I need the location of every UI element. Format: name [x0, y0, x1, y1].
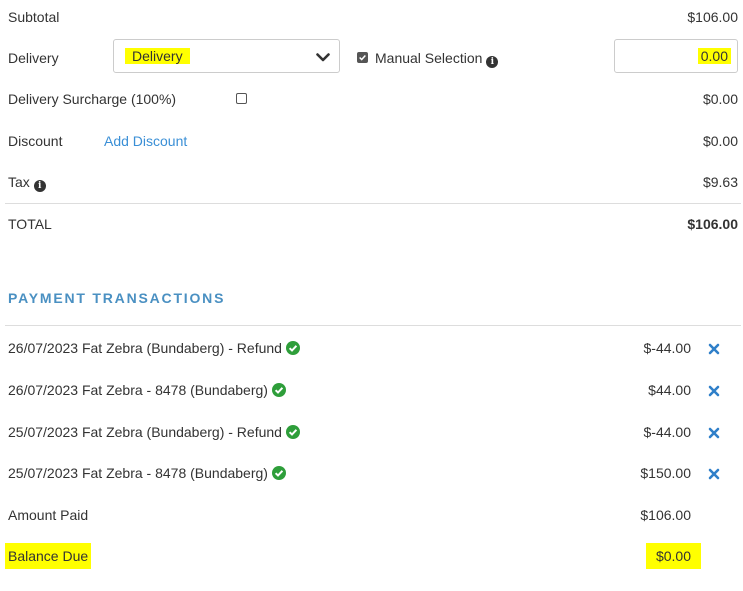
discount-value: $0.00 [702, 133, 738, 149]
manual-selection-text: Manual Selection [375, 50, 483, 66]
tax-label-wrap: Tax i [8, 174, 46, 192]
discount-label: Discount [8, 133, 63, 149]
chevron-down-icon [316, 53, 330, 62]
balance-due-label: Balance Due [5, 543, 92, 569]
remove-x-icon[interactable] [708, 468, 720, 480]
transaction-row: 26/07/2023 Fat Zebra - 8478 (Bundaberg) [8, 382, 286, 398]
manual-selection-checkbox[interactable] [357, 52, 368, 63]
transaction-amount: $150.00 [640, 465, 691, 481]
delivery-surcharge-label: Delivery Surcharge (100%) [8, 91, 177, 107]
transaction-description: 26/07/2023 Fat Zebra (Bundaberg) - Refun… [8, 340, 282, 356]
transaction-description: 26/07/2023 Fat Zebra - 8478 (Bundaberg) [8, 382, 268, 398]
transaction-description: 25/07/2023 Fat Zebra (Bundaberg) - Refun… [8, 424, 282, 440]
remove-x-icon[interactable] [708, 385, 720, 397]
transaction-row: 25/07/2023 Fat Zebra (Bundaberg) - Refun… [8, 424, 300, 440]
total-value: $106.00 [687, 216, 738, 232]
tax-label: Tax [8, 174, 30, 190]
add-discount-link[interactable]: Add Discount [104, 133, 187, 149]
total-label: TOTAL [8, 216, 52, 232]
delivery-surcharge-value: $0.00 [702, 91, 738, 107]
transaction-row: 26/07/2023 Fat Zebra (Bundaberg) - Refun… [8, 340, 300, 356]
delivery-amount-field[interactable]: 0.00 [614, 39, 738, 73]
subtotal-label: Subtotal [8, 9, 60, 25]
manual-selection-label: Manual Selection i [375, 50, 499, 68]
transaction-amount: $-44.00 [643, 424, 691, 440]
checkmark-circle-icon [271, 466, 286, 480]
info-icon[interactable]: i [486, 56, 499, 68]
payment-transactions-heading: PAYMENT TRANSACTIONS [8, 290, 226, 306]
checkmark-circle-icon [271, 383, 286, 397]
delivery-method-select[interactable]: Delivery [113, 39, 340, 73]
transaction-description: 25/07/2023 Fat Zebra - 8478 (Bundaberg) [8, 465, 268, 481]
divider [5, 325, 741, 326]
delivery-surcharge-checkbox[interactable] [236, 93, 247, 104]
checkmark-circle-icon [285, 425, 300, 439]
remove-x-icon[interactable] [708, 343, 720, 355]
transaction-amount: $44.00 [648, 382, 691, 398]
check-mark-icon [359, 54, 366, 61]
delivery-label: Delivery [8, 50, 59, 66]
delivery-amount-value: 0.00 [697, 48, 731, 64]
transaction-row: 25/07/2023 Fat Zebra - 8478 (Bundaberg) [8, 465, 286, 481]
transaction-amount: $-44.00 [643, 340, 691, 356]
tax-value: $9.63 [702, 174, 738, 190]
checkmark-circle-icon [285, 341, 300, 355]
balance-due-value: $0.00 [645, 543, 701, 569]
amount-paid-label: Amount Paid [8, 507, 89, 523]
delivery-select-value: Delivery [125, 48, 190, 64]
remove-x-icon[interactable] [708, 427, 720, 439]
amount-paid-value: $106.00 [640, 507, 691, 523]
divider [5, 203, 741, 204]
subtotal-value: $106.00 [687, 9, 738, 25]
info-icon[interactable]: i [33, 180, 46, 192]
